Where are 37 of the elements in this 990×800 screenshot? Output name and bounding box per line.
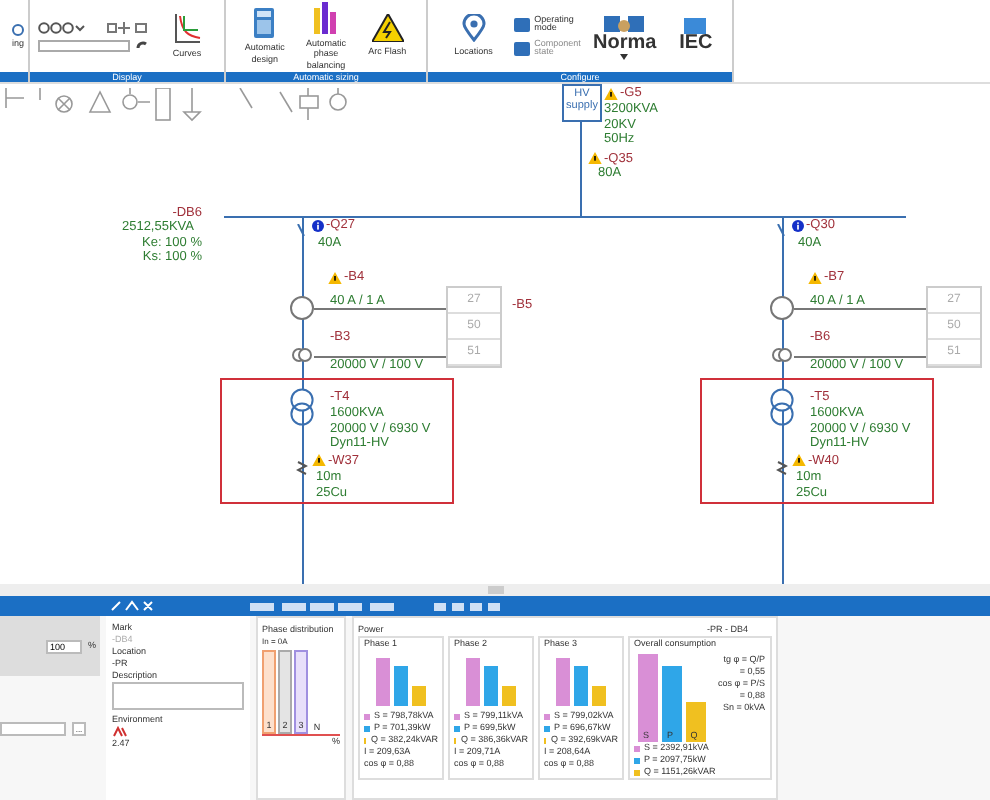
legend-swatch [634,769,640,775]
warning-icon [328,272,342,284]
warning-icon [808,272,822,284]
group-strip [0,72,28,82]
scroll-thumb[interactable] [487,586,503,594]
location-pin-icon [461,14,486,43]
legend-swatch [454,713,460,719]
legend-swatch [544,713,550,719]
books-icon [602,13,647,33]
dropdown-field[interactable] [0,722,66,736]
legend-swatch [634,745,640,751]
caret-icon [620,53,629,59]
warning-icon [604,88,618,100]
toolbar-icons[interactable] [110,600,154,612]
cable-symbol [776,460,788,476]
legend-swatch [364,713,370,719]
toolbar-icons[interactable] [434,601,506,611]
legend-swatch [364,725,370,731]
info-icon [312,220,324,232]
environment-icon [112,726,130,738]
warning-icon [371,14,404,43]
zoom-field[interactable] [38,39,130,51]
calculator-icon [254,8,275,39]
legend-swatch [454,725,460,731]
ribbon-button[interactable]: IEC [671,18,721,54]
legend-swatch [544,725,550,731]
legend-swatch [634,757,640,763]
cable-symbol [296,460,308,476]
warning-icon [792,454,806,466]
curve-chart-icon [173,12,201,45]
info-icon [792,220,804,232]
warning-icon [312,454,326,466]
bar-chart-icon [312,2,340,35]
rotate-icon[interactable] [136,40,148,50]
description-field[interactable] [112,682,244,710]
warning-icon [588,152,602,164]
ribbon-button[interactable]: Norma [585,13,665,59]
